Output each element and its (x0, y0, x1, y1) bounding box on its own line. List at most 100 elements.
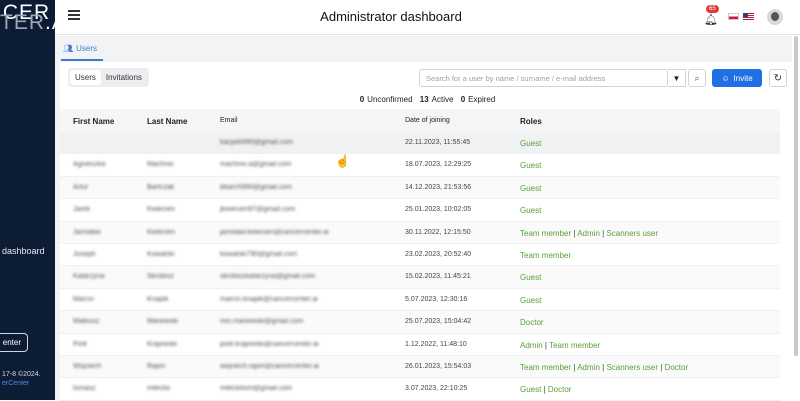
header-date[interactable]: Date of joining (405, 117, 450, 124)
table-row[interactable]: Agnieszka Machnio machnio.a@gmail.com 18.07… (60, 154, 780, 177)
users-panel: Users Invitations Search for a user by n… (60, 62, 795, 401)
table-row[interactable]: Katarzyna Skrobisz skrobiszkatarzyna@gmail… (60, 266, 780, 289)
search-icon[interactable]: ⌕ (688, 69, 706, 87)
role-link[interactable]: Admin (577, 363, 600, 372)
cell-first-name: Agnieszka (73, 161, 106, 169)
cell-roles: Guest (520, 139, 541, 148)
role-link[interactable]: Scanners user (606, 363, 658, 372)
cell-last-name: mileckii (147, 385, 170, 393)
cell-date: 14.12.2023, 21:53:56 (405, 183, 472, 191)
header-roles[interactable]: Roles (520, 117, 542, 126)
flag-pl-icon[interactable] (728, 13, 739, 20)
cell-email: skrobiszkatarzyna@gmail.com (220, 273, 316, 281)
header-last-name[interactable]: Last Name (147, 117, 187, 126)
filter-icon[interactable]: ▼ (668, 69, 686, 87)
cell-date: 23.02.2023, 20:52:40 (405, 250, 472, 258)
cell-first-name: Wojciech (73, 362, 102, 370)
cell-roles: Guest (520, 273, 541, 282)
table-row[interactable]: kacpek990@gmail.com 22.11.2023, 11:55:45 G… (60, 132, 780, 155)
cell-roles: Guest (520, 161, 541, 170)
header-email[interactable]: Email (220, 117, 238, 124)
role-link[interactable]: Guest (520, 161, 541, 170)
flag-us-icon[interactable] (743, 13, 754, 20)
cell-last-name: Bartczak (147, 183, 175, 191)
table-row[interactable]: Artur Bartczak bbarch990@gmail.com 14.12.20… (60, 176, 780, 200)
cell-email: kacpek990@gmail.com (220, 139, 293, 146)
scrollbar[interactable] (792, 36, 800, 400)
cell-email: jkwiecien97@gmail.com (220, 206, 296, 214)
cell-first-name: Mateusz (73, 318, 100, 326)
cell-last-name: Machnio (147, 161, 174, 169)
sidebar-item-dashboard[interactable]: dashboard (2, 246, 45, 256)
table-row[interactable]: Joseph Kowalski kowalski790@gmail.com 23.02… (60, 244, 780, 267)
role-link[interactable]: Guest (520, 184, 541, 193)
search-input[interactable]: Search for a user by name / surname / e-… (419, 69, 668, 87)
table-row[interactable]: Wojciech Rajon wojciech.rajon@cancercenter… (60, 355, 780, 379)
segmented-control: Users Invitations (68, 68, 149, 87)
active-label: Active (431, 95, 454, 104)
role-link[interactable]: Guest (520, 206, 541, 215)
cell-email: wojciech.rajon@cancercenter.ai (220, 362, 319, 370)
table-row[interactable]: Piotr Krajewski piotr.krajewski@cancercent… (60, 334, 780, 356)
cell-roles: Guest (520, 206, 541, 215)
table-row[interactable]: Marcin Knapik marcin.knapik@cancercenter.a… (60, 289, 780, 312)
role-link[interactable]: Scanners user (606, 229, 658, 238)
cell-date: 25.01.2023, 10:02:05 (405, 206, 472, 214)
cell-date: 1.12.2022, 11:48:10 (405, 340, 467, 348)
cell-first-name: Marcin (73, 295, 95, 303)
tab-users-label: Users (76, 44, 98, 53)
cell-email: piotr.krajewski@cancercenter.ai (220, 340, 319, 348)
avatar[interactable] (767, 9, 783, 25)
cell-last-name: Mariewski (147, 318, 179, 326)
cell-roles: Guest | Doctor (520, 385, 571, 394)
role-link[interactable]: Guest (520, 296, 541, 305)
invite-button[interactable]: ☺ Invite (712, 69, 762, 87)
cell-roles: Doctor (520, 318, 544, 327)
unconfirmed-label: Unconfirmed (367, 95, 413, 104)
table-row[interactable]: Jarosław Kwiecien jaroslaw.kwiecien@cancer… (60, 221, 780, 244)
role-link[interactable]: Team member (549, 341, 600, 350)
sidebar-footer-version: 17-8 ©2024. (2, 371, 41, 378)
table-row[interactable]: tomasz mileckii mileckitom@gmail.com 3.07.2… (60, 378, 780, 401)
role-link[interactable]: Team member (520, 363, 571, 372)
cell-last-name: Skrobisz (147, 273, 174, 281)
sidebar-footer-link[interactable]: erCenter (2, 380, 29, 387)
role-link[interactable]: Team member (520, 229, 571, 238)
role-link[interactable]: Doctor (548, 385, 572, 394)
cell-last-name: Kowalski (147, 250, 175, 258)
main-content: 👥︎ Users Users Invitations Search for a … (55, 36, 800, 401)
role-link[interactable]: Guest (520, 139, 541, 148)
role-link[interactable]: Doctor (665, 363, 689, 372)
header-first-name[interactable]: First Name (73, 117, 114, 126)
cell-roles: Team member (520, 251, 571, 260)
expired-count: 0 (460, 95, 466, 104)
role-link[interactable]: Admin (520, 341, 543, 350)
users-icon: 👥︎ (63, 44, 74, 53)
cell-first-name: Piotr (73, 340, 88, 348)
table-header: First Name Last Name Email Date of joini… (60, 109, 780, 132)
logo-line2: TER.AI (0, 11, 55, 34)
role-link[interactable]: Doctor (520, 318, 544, 327)
seg-invitations-button[interactable]: Invitations (101, 70, 147, 85)
cell-roles: Guest (520, 296, 541, 305)
table-row[interactable]: Mateusz Mariewski min.mariewski@gmail.com 2… (60, 311, 780, 334)
role-link[interactable]: Team member (520, 251, 571, 260)
cell-date: 25.07.2023, 15:04:42 (405, 318, 472, 326)
bell-icon[interactable]: 🔔︎ (704, 13, 718, 26)
cell-first-name: Jarek (73, 206, 91, 214)
cell-last-name: Kwiecien (147, 206, 176, 214)
refresh-icon[interactable]: ↻ (769, 69, 787, 87)
role-link[interactable]: Admin (577, 229, 600, 238)
active-count: 13 (419, 95, 429, 104)
expired-label: Expired (468, 95, 496, 104)
role-link[interactable]: Guest (520, 273, 541, 282)
tab-users[interactable]: 👥︎ Users (63, 44, 97, 53)
seg-users-button[interactable]: Users (70, 70, 101, 85)
table-row[interactable]: Jarek Kwiecien jkwiecien97@gmail.com 25.01.… (60, 199, 780, 222)
role-link[interactable]: Guest (520, 385, 541, 394)
cell-last-name: Rajon (147, 362, 166, 370)
sidebar-enter-button[interactable]: enter (0, 333, 28, 352)
cell-email: bbarch990@gmail.com (220, 183, 293, 191)
cell-first-name: Katarzyna (73, 273, 105, 281)
cell-first-name: tomasz (73, 385, 96, 393)
